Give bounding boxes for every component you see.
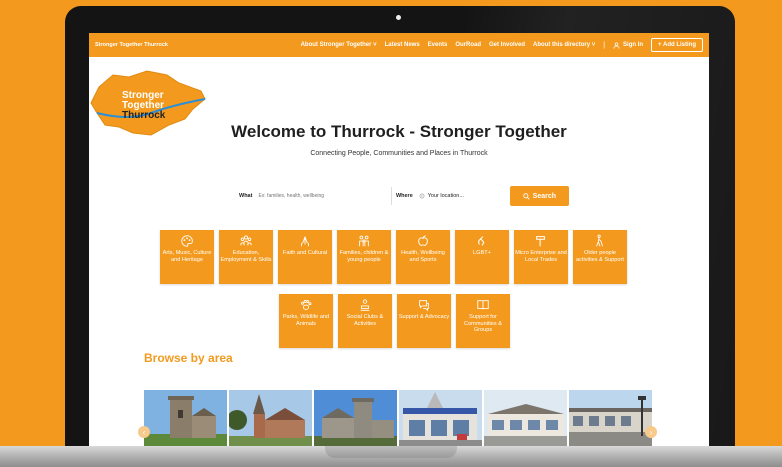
where-label: Where — [395, 193, 413, 199]
category-label: Micro Enterprise and Local Trades — [515, 250, 567, 263]
rainbow-hand-icon — [478, 236, 485, 246]
nav-separator: | — [603, 41, 606, 49]
people-group-icon — [240, 235, 252, 246]
logo-line-3: Thurrock — [122, 110, 166, 121]
what-label: What — [239, 193, 253, 199]
page-title: Welcome to Thurrock - Stronger Together — [231, 122, 567, 141]
area-photo-flint-church[interactable] — [314, 390, 397, 446]
category-support-communities[interactable]: Support for Communities & Groups — [456, 294, 510, 348]
browse-by-area-heading: Browse by area — [144, 351, 233, 365]
webcam-dot — [396, 15, 401, 20]
palette-icon — [181, 235, 193, 247]
grid-spacer — [160, 294, 274, 348]
carousel-next-button[interactable]: › — [645, 426, 657, 438]
page-subtitle: Connecting People, Communities and Place… — [310, 150, 488, 157]
category-label: Families, children & young people — [339, 250, 389, 263]
location-text: Your location... — [427, 193, 464, 199]
nav-get-involved[interactable]: Get Involved — [489, 42, 525, 48]
search-button-label: Search — [532, 192, 557, 200]
apple-icon — [418, 235, 428, 246]
nav-ourroad[interactable]: OurRoad — [455, 42, 481, 48]
search-bar: What Where Your location... Search — [239, 186, 569, 206]
category-support-advocacy[interactable]: Support & Advocacy — [397, 294, 451, 348]
nav-menu: About Stronger Together ˅ Latest News Ev… — [301, 38, 703, 52]
location-target-icon — [419, 193, 425, 199]
chat-support-icon — [419, 300, 429, 312]
category-older-people[interactable]: Older people activities & Support — [573, 230, 627, 284]
nav-about-stronger-together[interactable]: About Stronger Together ˅ — [301, 42, 377, 48]
area-carousel — [144, 390, 652, 446]
category-label: Older people activities & Support — [576, 250, 624, 263]
sign-in-link[interactable]: Sign In — [613, 41, 644, 49]
category-label: Health, Wellbeing and Sports — [401, 250, 445, 263]
location-field[interactable]: Your location... — [419, 193, 510, 199]
category-label: Education, Employment & Skills — [220, 250, 272, 263]
category-health[interactable]: Health, Wellbeing and Sports — [396, 230, 450, 284]
category-label: Support for Communities & Groups — [464, 314, 502, 333]
area-photo-shopping-centre[interactable] — [399, 390, 482, 446]
add-listing-button[interactable]: + Add Listing — [651, 38, 703, 52]
search-divider — [390, 187, 392, 205]
search-icon — [522, 192, 530, 200]
top-nav: Stronger Together Thurrock About Stronge… — [89, 33, 709, 57]
category-micro-enterprise[interactable]: Micro Enterprise and Local Trades — [514, 230, 568, 284]
user-icon — [613, 41, 620, 49]
category-parks[interactable]: Parks, Wildlife and Animals — [279, 294, 333, 348]
family-icon — [359, 235, 369, 247]
sign-in-label: Sign In — [623, 42, 644, 48]
what-search-input[interactable] — [258, 193, 387, 199]
hammer-icon — [536, 236, 546, 247]
category-social-clubs[interactable]: Social Clubs & Activities — [338, 294, 392, 348]
category-label: Parks, Wildlife and Animals — [282, 314, 330, 327]
category-label: Faith and Cultural — [282, 250, 328, 256]
chevron-right-icon: › — [649, 427, 653, 437]
area-photo-riverfront[interactable] — [569, 390, 652, 446]
category-label: LGBT+ — [473, 250, 491, 256]
search-button[interactable]: Search — [509, 186, 569, 206]
chevron-left-icon: ‹ — [142, 427, 146, 437]
category-label: Support & Advocacy — [398, 314, 450, 320]
category-faith[interactable]: Faith and Cultural — [278, 230, 332, 284]
category-arts[interactable]: Arts, Music, Culture and Heritage — [160, 230, 214, 284]
category-grid: Arts, Music, Culture and Heritage Educat… — [160, 230, 656, 348]
category-lgbt[interactable]: LGBT+ — [455, 230, 509, 284]
carousel-prev-button[interactable]: ‹ — [138, 426, 150, 438]
area-photo-church-spire[interactable] — [229, 390, 312, 446]
laptop-hinge-notch — [325, 446, 457, 458]
category-label: Social Clubs & Activities — [346, 314, 384, 327]
category-education[interactable]: Education, Employment & Skills — [219, 230, 273, 284]
nav-latest-news[interactable]: Latest News — [385, 42, 420, 48]
praying-hands-icon — [301, 236, 309, 247]
nav-about-directory[interactable]: About this directory ˅ — [533, 42, 595, 48]
walking-elder-icon — [596, 234, 604, 247]
area-photo-high-street[interactable] — [484, 390, 567, 446]
nav-events[interactable]: Events — [428, 42, 448, 48]
site-brand-link[interactable]: Stronger Together Thurrock — [95, 42, 168, 48]
category-families[interactable]: Families, children & young people — [337, 230, 391, 284]
area-photo-church-tower[interactable] — [144, 390, 227, 446]
social-group-icon — [360, 299, 370, 311]
book-icon — [477, 300, 489, 310]
category-label: Arts, Music, Culture and Heritage — [162, 250, 212, 263]
paw-icon — [301, 300, 312, 310]
browser-screen: Stronger Together Thurrock About Stronge… — [89, 33, 709, 446]
logo-text: Stronger Together Thurrock — [122, 91, 165, 121]
